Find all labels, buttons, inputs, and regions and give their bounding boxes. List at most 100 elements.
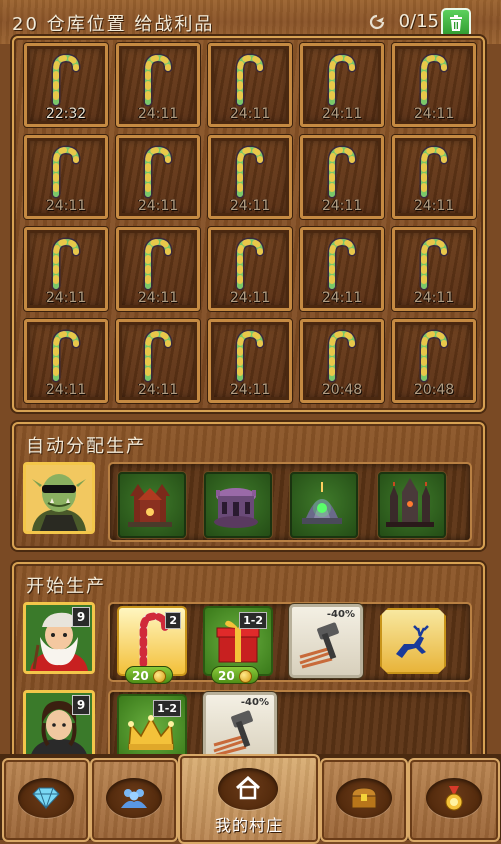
nav-gems[interactable] [2,758,90,842]
warehouse-slot[interactable]: 24:11 [24,135,108,219]
warehouse-slot[interactable]: 20:48 [300,319,384,403]
reindeer-item[interactable] [380,608,446,674]
hammer-icon [299,622,339,669]
diamond-icon [32,787,60,810]
warehouse-slot[interactable]: 24:11 [392,227,476,311]
slot-timer: 24:11 [413,290,455,306]
candy-cane-icon [235,329,265,383]
santa-portrait[interactable]: 9 [23,602,95,674]
crown-icon [128,715,174,750]
cost-value: 20 [218,669,235,683]
slot-timer: 24:11 [137,290,179,306]
refresh-icon[interactable] [369,14,385,34]
slot-timer: 24:11 [229,198,271,214]
candy-cane-icon [51,329,81,383]
candy-cane-icon [327,53,357,107]
candy-cane-icon [327,237,357,291]
bottom-nav: 我的村庄 [0,754,501,844]
warehouse-slot[interactable]: 24:11 [300,227,384,311]
candy-cane-icon [143,237,173,291]
trash-icon [450,15,462,31]
building-red-tower[interactable] [118,472,186,538]
candy-cane-icon [419,53,449,107]
candy-cane-icon [235,237,265,291]
slot-timer: 24:11 [229,290,271,306]
nav-my-village-label: 我的村庄 [214,816,283,835]
candy-cane-icon [419,329,449,383]
medal-icon [445,786,463,811]
warehouse-slot[interactable]: 22:32 [24,43,108,127]
warehouse-slot[interactable]: 24:11 [208,135,292,219]
warehouse-title: 20 仓库位置 给战利品 [12,14,215,35]
hero-portrait[interactable]: 9 [23,690,95,762]
warehouse-slot[interactable]: 24:11 [392,43,476,127]
hammer-icon [213,710,253,757]
auto-assign-title: 自动分配生产 [26,436,146,457]
candy-cane-icon [327,145,357,199]
level-badge: 9 [72,607,90,627]
nav-social[interactable] [90,758,178,842]
candy-cane-item[interactable]: 2 20 [117,606,187,684]
nav-my-village[interactable]: 我的村庄 [178,754,320,844]
slot-timer: 22:32 [45,106,87,122]
slot-timer: 24:11 [321,198,363,214]
nav-achievements[interactable] [408,758,500,842]
quantity-badge: 1-2 [153,700,181,717]
production-title: 开始生产 [26,576,106,597]
slot-timer: 24:11 [45,382,87,398]
home-icon [235,776,261,800]
slot-timer: 24:11 [137,106,179,122]
candy-cane-icon [419,145,449,199]
warehouse-slot[interactable]: 20:48 [392,319,476,403]
slot-timer: 20:48 [413,382,455,398]
warehouse-slot[interactable]: 24:11 [208,43,292,127]
warehouse-slot[interactable]: 24:11 [116,319,200,403]
warehouse-slot[interactable]: 24:11 [300,135,384,219]
chest-icon [351,787,377,809]
warehouse-slot[interactable]: 24:11 [24,227,108,311]
candy-cane-icon [327,329,357,383]
slot-timer: 24:11 [45,290,87,306]
warehouse-slot[interactable]: 24:11 [300,43,384,127]
hammer-boost-item[interactable]: -40% [289,604,363,678]
slot-timer: 24:11 [413,198,455,214]
candy-cane-icon [143,145,173,199]
level-badge: 9 [72,695,90,715]
warehouse-slot[interactable]: 24:11 [208,319,292,403]
warehouse-slot[interactable]: 24:11 [392,135,476,219]
slot-timer: 24:11 [137,382,179,398]
quantity-badge: 1-2 [239,612,267,629]
candy-cane-icon [235,145,265,199]
building-purple-tower[interactable] [204,472,272,538]
slot-timer: 24:11 [321,106,363,122]
cost-pill: 20 [211,666,259,684]
quantity-badge: 2 [165,612,181,629]
slot-timer: 24:11 [229,106,271,122]
orc-portrait[interactable] [23,462,95,534]
warehouse-slot[interactable]: 24:11 [24,319,108,403]
candy-cane-icon [419,237,449,291]
coin-icon [153,670,166,683]
loot-counter: 0/15 [398,11,439,32]
slot-timer: 24:11 [229,382,271,398]
gift-box-item[interactable]: 1-2 20 [203,606,273,684]
warehouse-slot[interactable]: 24:11 [116,135,200,219]
warehouse-slot[interactable]: 24:11 [116,227,200,311]
candy-cane-icon [51,237,81,291]
candy-cane-icon [235,53,265,107]
nav-chest[interactable] [320,758,408,842]
cost-pill: 20 [125,666,173,684]
candy-cane-icon [51,53,81,107]
slot-timer: 24:11 [413,106,455,122]
building-dark-castle[interactable] [378,472,446,538]
candy-cane-icon [143,53,173,107]
slot-timer: 24:11 [137,198,179,214]
trash-button[interactable] [441,8,471,38]
reindeer-icon [396,625,429,658]
slot-timer: 20:48 [321,382,363,398]
people-icon [121,789,147,808]
candy-cane-icon [51,145,81,199]
building-green-dome[interactable] [290,472,358,538]
warehouse-slot[interactable]: 24:11 [208,227,292,311]
warehouse-slot[interactable]: 24:11 [116,43,200,127]
